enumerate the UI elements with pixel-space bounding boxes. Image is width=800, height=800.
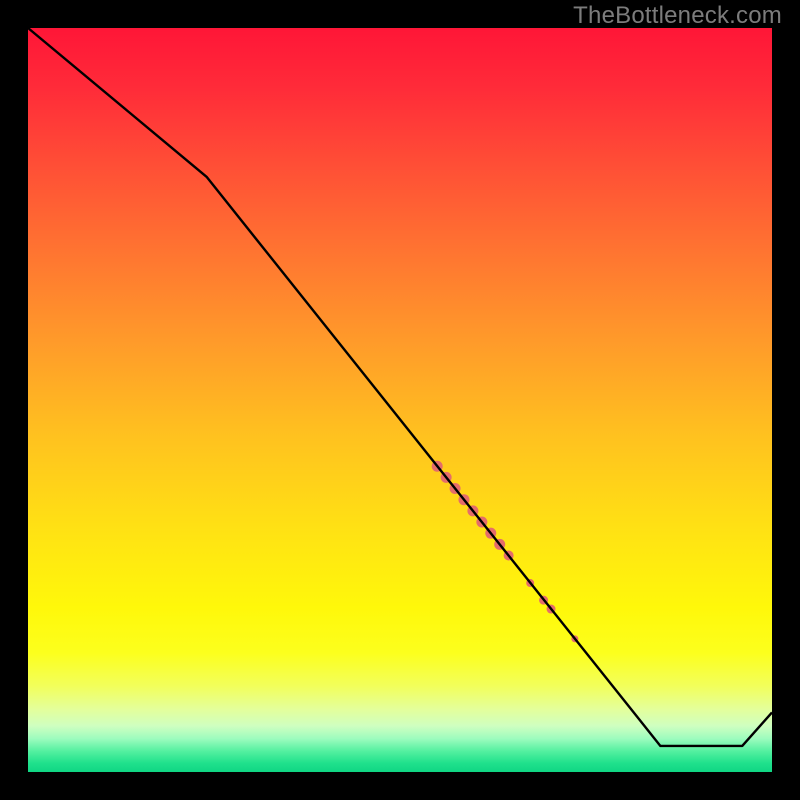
plot-svg [28,28,772,772]
main-curve [28,28,772,746]
chart-frame: TheBottleneck.com [0,0,800,800]
plot-area [28,28,772,772]
watermark-text: TheBottleneck.com [573,2,782,30]
